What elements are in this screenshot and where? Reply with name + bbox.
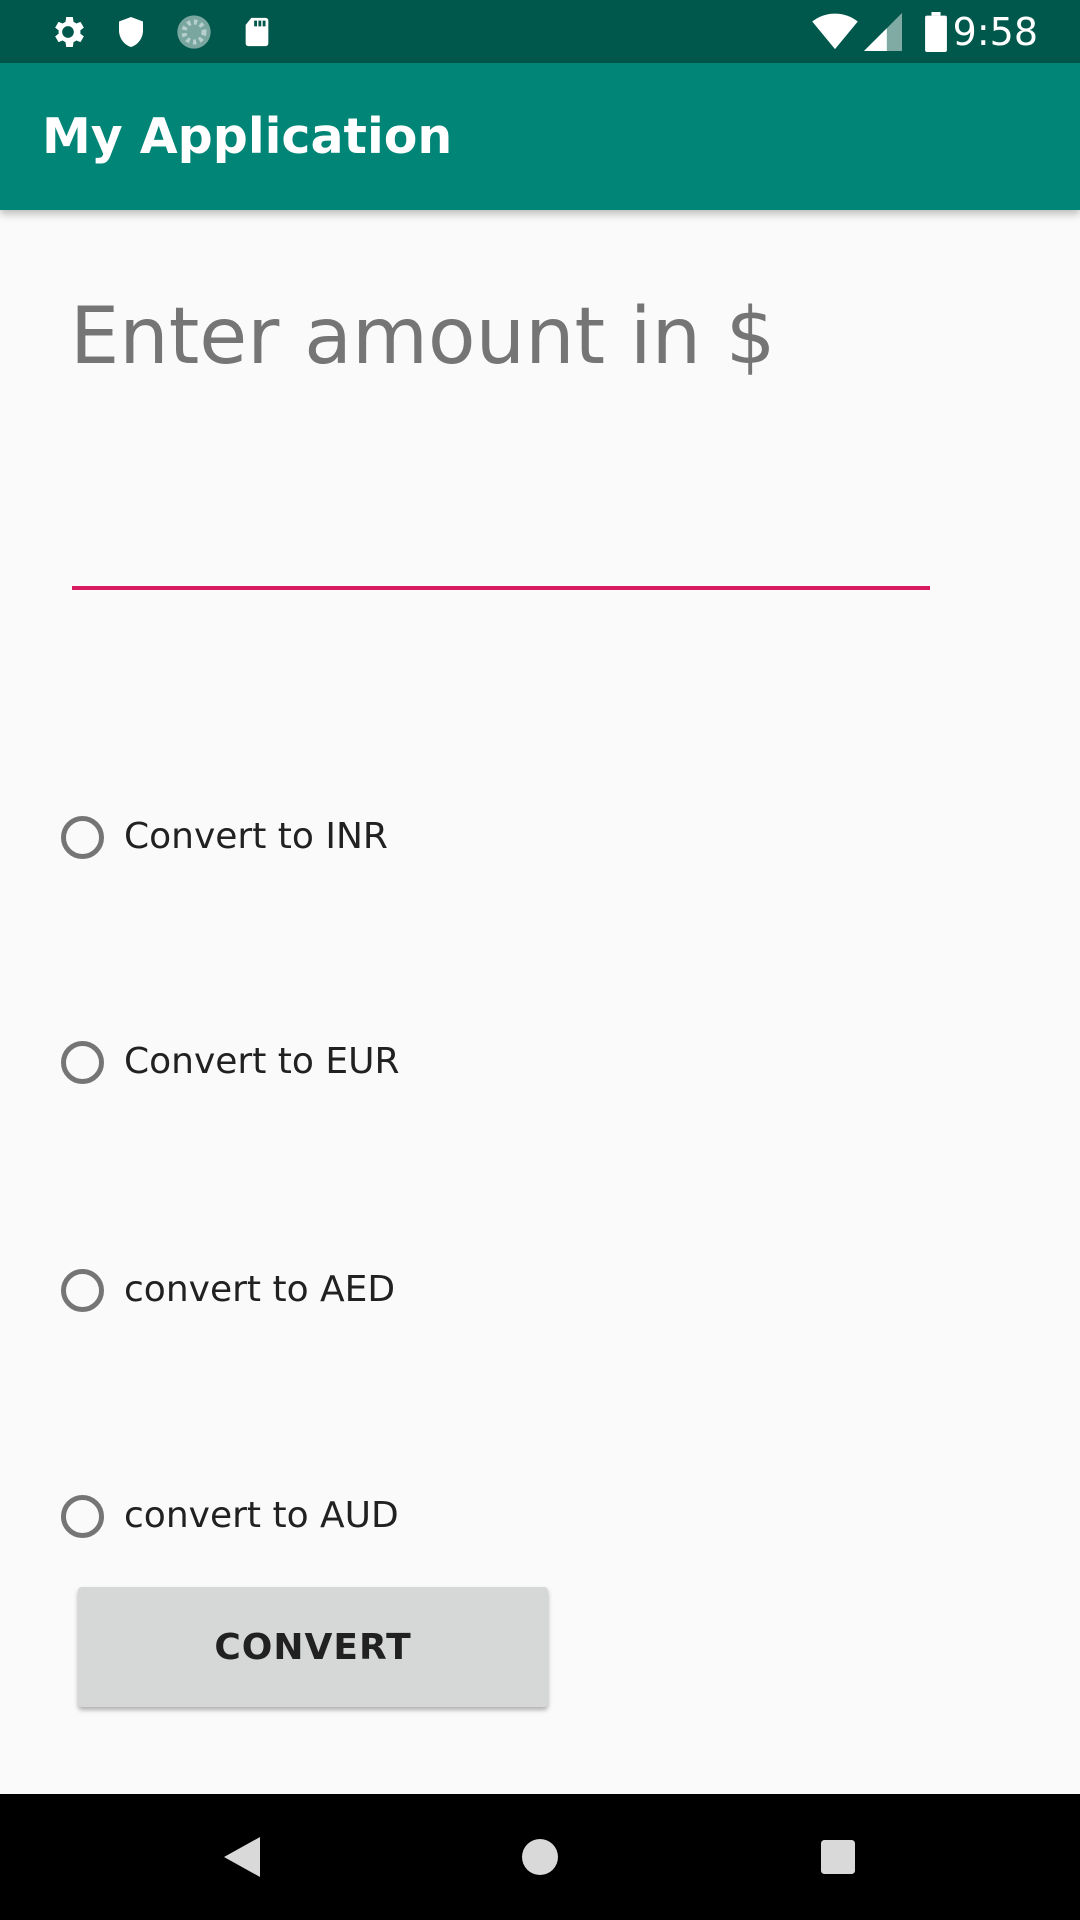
amount-input[interactable] [72,520,930,590]
battery-icon [916,12,956,52]
radio-button-icon[interactable] [61,815,104,859]
home-icon[interactable] [510,1827,570,1887]
amount-label: Enter amount in $ [70,292,776,382]
radio-convert-inr[interactable]: Convert to INR [58,805,388,869]
cell-signal-icon [863,12,903,52]
shield-icon [111,12,151,52]
radio-label: convert to AUD [124,1495,399,1536]
wifi-icon [810,12,860,52]
radio-convert-aed[interactable]: convert to AED [58,1258,395,1322]
sync-icon [174,12,214,52]
sd-card-icon [237,12,277,52]
status-time: 9:58 [952,10,1038,54]
radio-button-icon[interactable] [61,1268,104,1312]
convert-button[interactable]: CONVERT [78,1587,548,1707]
radio-label: Convert to INR [124,816,388,857]
app-bar: My Application [0,63,1080,210]
radio-button-icon[interactable] [61,1040,104,1084]
radio-label: Convert to EUR [124,1041,400,1082]
back-icon[interactable] [212,1827,272,1887]
radio-convert-eur[interactable]: Convert to EUR [58,1030,399,1094]
app-title: My Application [42,108,453,165]
status-bar: 9:58 [0,0,1080,63]
nav-bar [0,1794,1080,1920]
recents-icon[interactable] [808,1827,868,1887]
radio-button-icon[interactable] [61,1494,104,1538]
radio-label: convert to AED [124,1269,396,1310]
radio-convert-aud[interactable]: convert to AUD [58,1484,399,1548]
gear-icon [48,12,88,52]
